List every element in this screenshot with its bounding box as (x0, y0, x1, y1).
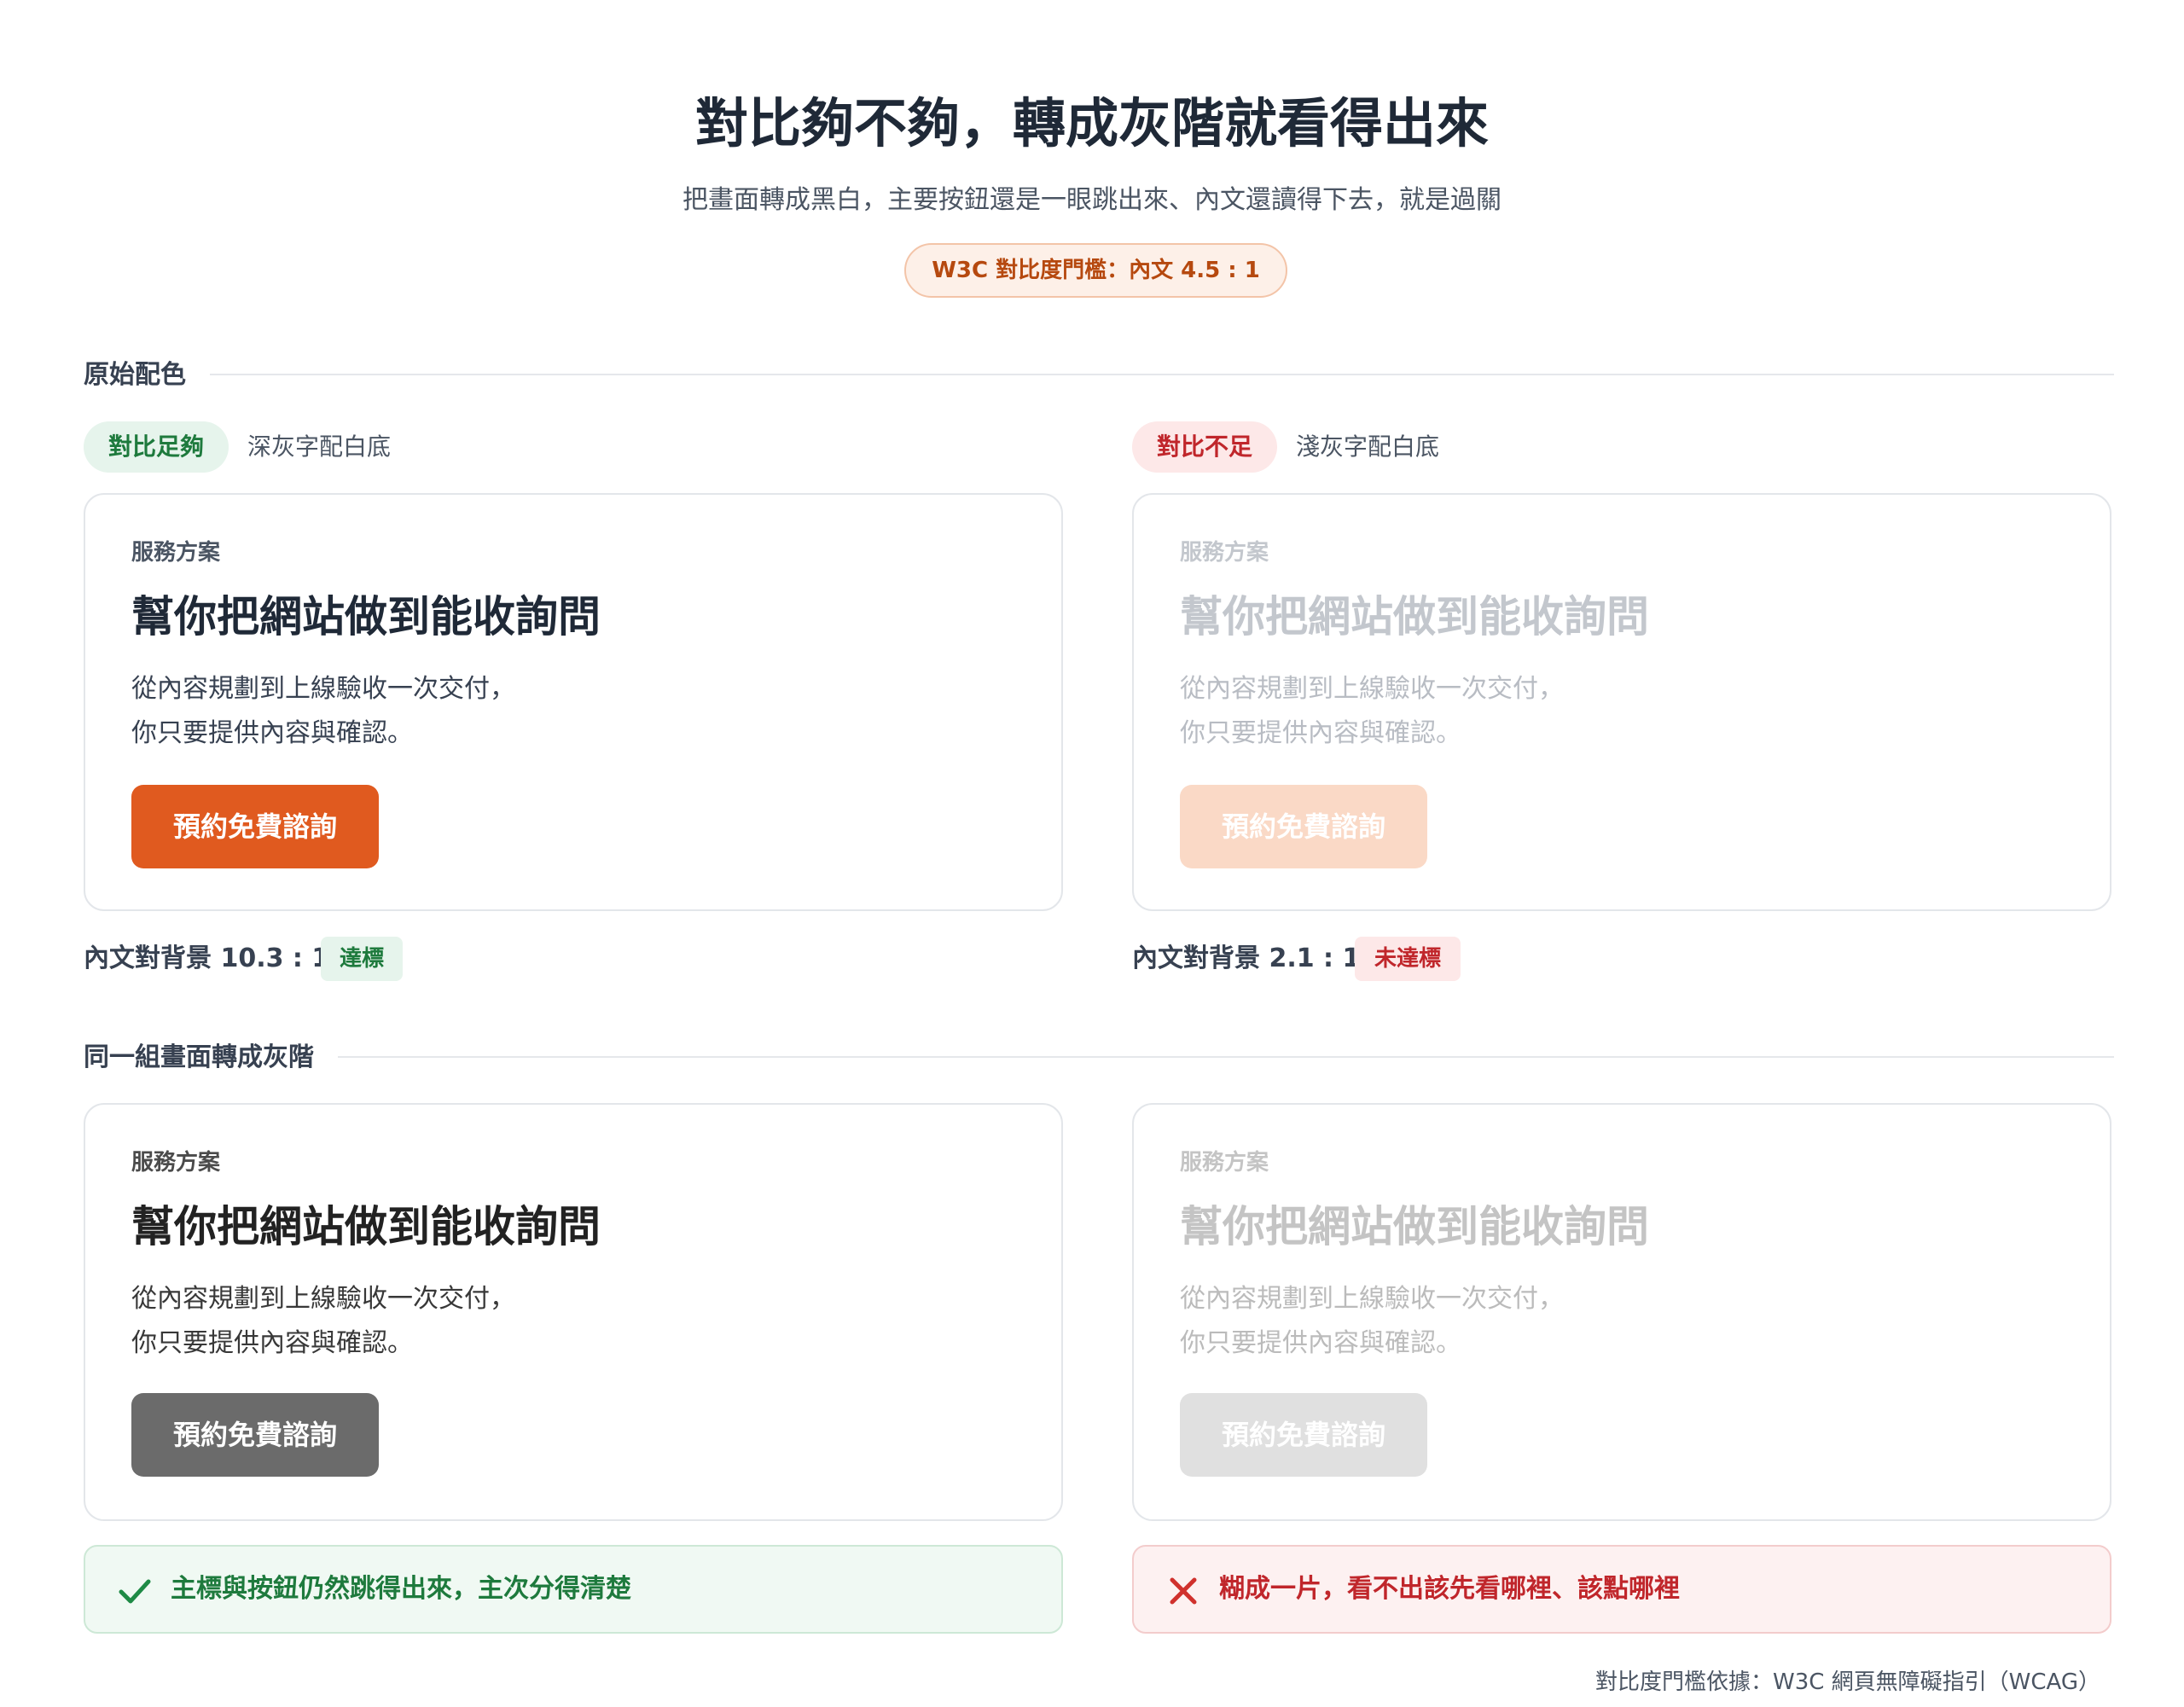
card-kicker: 服務方案 (131, 540, 221, 566)
section-divider-grayscale (84, 1056, 2114, 1058)
card-original-bad: 服務方案 幫你把網站做到能收詢問 從內容規劃到上線驗收一次交付， 你只要提供內容… (1132, 493, 2111, 911)
card-grayscale-good: 服務方案 幫你把網站做到能收詢問 從內容規劃到上線驗收一次交付， 你只要提供內容… (84, 1103, 1063, 1521)
verdict-good: 主標與按鈕仍然跳得出來，主次分得清楚 (84, 1545, 1063, 1634)
section-label-grayscale: 同一組畫面轉成灰階 (84, 1041, 338, 1075)
card-heading: 幫你把網站做到能收詢問 (1180, 1202, 1649, 1251)
caption-dark-text-white-bg: 深灰字配白底 (247, 433, 392, 461)
card-body-line2: 你只要提供內容與確認。 (131, 718, 413, 748)
card-body-line1: 從內容規劃到上線驗收一次交付， (1180, 674, 1564, 704)
caption-light-text-white-bg: 淺灰字配白底 (1296, 433, 1440, 461)
section-label-original: 原始配色 (84, 358, 210, 392)
card-body-line2: 你只要提供內容與確認。 (1180, 1328, 1461, 1358)
card-body-line1: 從內容規劃到上線驗收一次交付， (131, 674, 515, 704)
card-heading: 幫你把網站做到能收詢問 (1180, 592, 1649, 642)
card-original-good: 服務方案 幫你把網站做到能收詢問 從內容規劃到上線驗收一次交付， 你只要提供內容… (84, 493, 1063, 911)
card-kicker: 服務方案 (1180, 540, 1269, 566)
contrast-ratio-good: 內文對背景 10.3 : 1 (84, 943, 330, 973)
page-title: 對比夠不夠，轉成灰階就看得出來 (694, 92, 1489, 154)
verdict-bad: 糊成一片，看不出該先看哪裡、該點哪裡 (1132, 1545, 2111, 1634)
card-body-line2: 你只要提供內容與確認。 (1180, 718, 1461, 748)
card-kicker: 服務方案 (1180, 1150, 1269, 1176)
book-consultation-button[interactable]: 預約免費諮詢 (131, 785, 379, 868)
footnote-source: 對比度門檻依據：W3C 網頁無障礙指引（WCAG） (1594, 1669, 2100, 1695)
card-body-line1: 從內容規劃到上線驗收一次交付， (131, 1284, 515, 1314)
card-grayscale-bad: 服務方案 幫你把網站做到能收詢問 從內容規劃到上線驗收一次交付， 你只要提供內容… (1132, 1103, 2111, 1521)
book-consultation-button[interactable]: 預約免費諮詢 (1180, 1393, 1427, 1477)
verdict-bad-text: 糊成一片，看不出該先看哪裡、該點哪裡 (1219, 1574, 1680, 1604)
card-kicker: 服務方案 (131, 1150, 221, 1176)
badge-fail: 未達標 (1355, 937, 1461, 981)
badge-pass: 達標 (321, 937, 403, 981)
card-heading: 幫你把網站做到能收詢問 (131, 592, 601, 642)
tag-contrast-sufficient: 對比足夠 (84, 421, 229, 473)
cross-icon (1170, 1577, 1197, 1605)
verdict-good-text: 主標與按鈕仍然跳得出來，主次分得清楚 (171, 1574, 631, 1604)
card-body-line2: 你只要提供內容與確認。 (131, 1328, 413, 1358)
check-icon (119, 1579, 151, 1604)
section-divider-original (84, 374, 2114, 375)
tag-contrast-insufficient: 對比不足 (1132, 421, 1277, 473)
threshold-pill: W3C 對比度門檻：內文 4.5 : 1 (904, 243, 1287, 298)
book-consultation-button[interactable]: 預約免費諮詢 (1180, 785, 1427, 868)
card-heading: 幫你把網站做到能收詢問 (131, 1202, 601, 1251)
page-subtitle: 把畫面轉成黑白，主要按鈕還是一眼跳出來、內文還讀得下去，就是過關 (682, 185, 1502, 215)
contrast-ratio-bad: 內文對背景 2.1 : 1 (1132, 943, 1361, 973)
book-consultation-button[interactable]: 預約免費諮詢 (131, 1393, 379, 1477)
card-body-line1: 從內容規劃到上線驗收一次交付， (1180, 1284, 1564, 1314)
